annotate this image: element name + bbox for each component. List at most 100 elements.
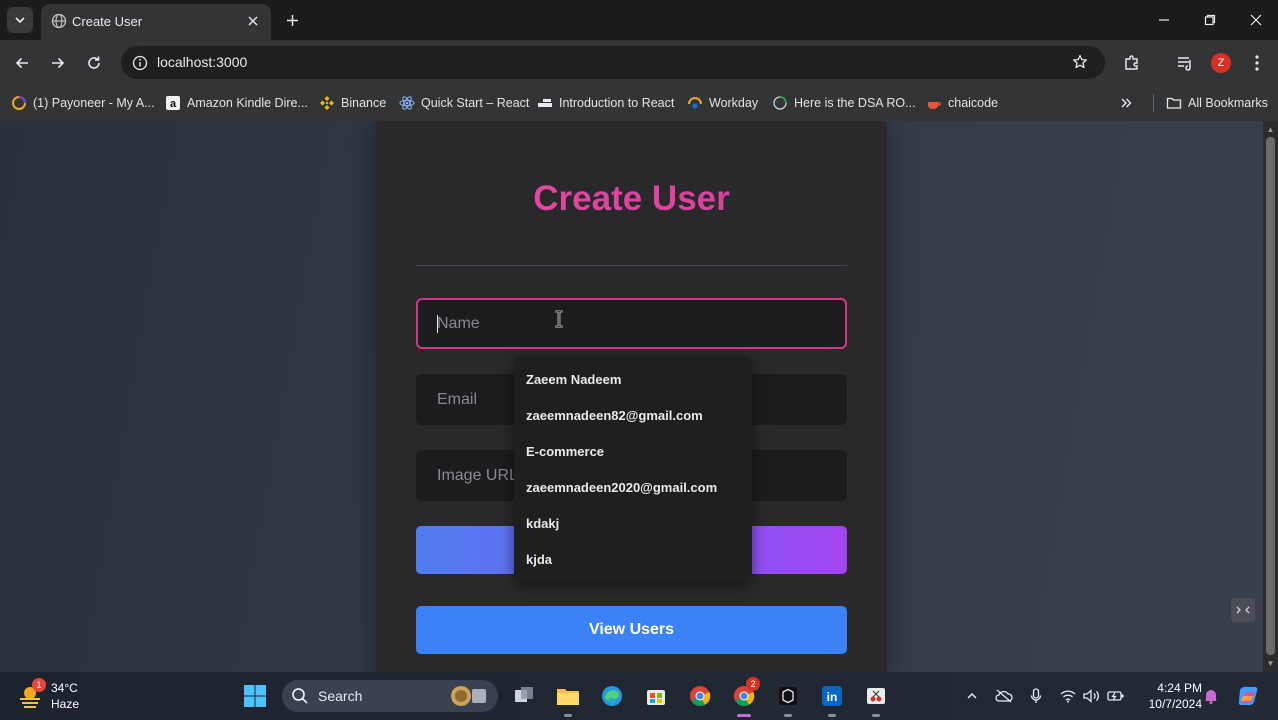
minimize-button[interactable] <box>1152 8 1176 32</box>
taskbar-store[interactable] <box>640 680 672 712</box>
search-highlight-icon <box>451 686 486 706</box>
reload-button[interactable] <box>82 51 106 75</box>
bookmark-intro-react[interactable]: Introduction to React <box>537 92 674 114</box>
cube-icon <box>779 687 797 705</box>
taskbar-cursor-app[interactable] <box>772 680 804 717</box>
bookmark-star-button[interactable] <box>1069 51 1091 73</box>
globe-icon <box>51 13 67 29</box>
autofill-item[interactable]: kdakj <box>514 506 752 542</box>
bookmark-binance[interactable]: Binance <box>319 92 386 114</box>
cloud-off-icon <box>995 689 1013 703</box>
taskbar-edge[interactable] <box>596 680 628 712</box>
collapse-icon <box>1236 606 1250 614</box>
autofill-dropdown: Zaeem Nadeem zaeemnadeen82@gmail.com E-c… <box>514 357 752 581</box>
react-icon <box>399 95 415 111</box>
autofill-item[interactable]: kjda <box>514 542 752 578</box>
autofill-item[interactable]: zaeemnadeen82@gmail.com <box>514 398 752 434</box>
taskbar-task-view[interactable] <box>508 680 540 712</box>
weather-widget[interactable]: 1 34°C Haze <box>16 678 106 714</box>
profile-button[interactable]: Z <box>1209 51 1233 75</box>
window-close-button[interactable] <box>1244 8 1268 32</box>
page-title: Create User <box>376 179 887 219</box>
tab-close-button[interactable] <box>243 11 263 31</box>
extensions-button[interactable] <box>1120 51 1144 75</box>
tray-overflow-button[interactable] <box>962 686 982 706</box>
info-icon <box>132 55 148 71</box>
clock-time[interactable]: 4:24 PM <box>1146 681 1202 695</box>
back-button[interactable] <box>10 51 34 75</box>
close-icon <box>248 16 258 26</box>
tray-volume[interactable] <box>1082 686 1102 706</box>
weather-description: Haze <box>51 697 80 711</box>
chevron-double-right-icon <box>1118 95 1134 111</box>
copilot-icon <box>1238 686 1258 706</box>
bookmark-react-quick-start[interactable]: Quick Start – React <box>399 92 529 114</box>
page-scrollbar[interactable]: ▲ ▼ <box>1263 121 1278 672</box>
more-vertical-icon <box>1255 55 1259 71</box>
windows-start-icon[interactable] <box>243 684 267 708</box>
tray-microphone[interactable] <box>1026 686 1046 706</box>
browser-toolbar: localhost:3000 Z <box>0 40 1278 85</box>
amazon-icon: a <box>165 95 181 111</box>
taskbar-search[interactable]: Search <box>282 680 498 712</box>
restore-icon <box>1204 14 1216 26</box>
avatar: Z <box>1211 53 1231 73</box>
autofill-item[interactable]: E-commerce <box>514 434 752 470</box>
new-tab-button[interactable] <box>281 9 303 31</box>
notification-badge: 2 <box>746 677 760 691</box>
media-queue-icon <box>1178 57 1191 71</box>
tray-copilot[interactable] <box>1236 684 1260 708</box>
tray-battery[interactable] <box>1106 686 1126 706</box>
scrollbar-thumb[interactable] <box>1266 137 1275 655</box>
menu-button[interactable] <box>1245 51 1269 75</box>
taskbar-snipping-tool[interactable] <box>860 680 892 717</box>
bookmark-workday[interactable]: Workday <box>687 92 758 114</box>
clock-date[interactable]: 10/7/2024 <box>1130 697 1202 711</box>
view-users-button[interactable]: View Users <box>416 606 847 654</box>
restore-button[interactable] <box>1198 8 1222 32</box>
scroll-up-arrow[interactable]: ▲ <box>1266 125 1275 134</box>
circle-icon <box>772 95 788 111</box>
task-view-icon <box>515 687 533 702</box>
tray-onedrive[interactable] <box>994 686 1014 706</box>
chrome-icon <box>690 686 711 706</box>
tab-search-button[interactable] <box>7 7 33 33</box>
taskbar-chrome-profile[interactable]: 2 <box>728 677 760 717</box>
taskbar-file-explorer[interactable] <box>552 680 584 717</box>
folder-icon <box>557 689 579 705</box>
autofill-item[interactable]: Zaeem Nadeem <box>514 362 752 398</box>
media-controls-button[interactable] <box>1173 51 1197 75</box>
side-panel-toggle[interactable] <box>1231 598 1255 622</box>
site-info-button[interactable] <box>128 51 152 75</box>
scroll-down-arrow[interactable]: ▼ <box>1266 659 1275 668</box>
bookmark-dsa-roadmap[interactable]: Here is the DSA RO... <box>772 92 916 114</box>
wifi-icon <box>1060 690 1076 703</box>
bookmark-chaicode[interactable]: chaicode <box>926 92 998 114</box>
bookmark-payoneer[interactable]: (1) Payoneer - My A... <box>11 92 155 114</box>
reload-icon <box>88 56 100 69</box>
taskbar-linkedin[interactable]: in <box>816 680 848 717</box>
forward-button[interactable] <box>46 51 70 75</box>
taskbar-chrome[interactable] <box>684 680 716 712</box>
arrow-left-icon <box>15 57 28 69</box>
minimize-icon <box>1159 19 1169 21</box>
name-input[interactable] <box>416 298 847 349</box>
payoneer-icon <box>11 95 27 111</box>
tray-notifications[interactable] <box>1201 686 1221 706</box>
weather-temperature: 34°C <box>51 681 78 695</box>
title-divider <box>416 265 847 266</box>
browser-tab[interactable]: Create User <box>41 4 271 40</box>
bookmark-amazon-kindle[interactable]: a Amazon Kindle Dire... <box>165 92 308 114</box>
autofill-item[interactable]: zaeemnadeen2020@gmail.com <box>514 470 752 506</box>
snipping-icon <box>867 688 885 704</box>
search-icon <box>292 688 308 704</box>
star-icon <box>1073 54 1087 69</box>
all-bookmarks-button[interactable]: All Bookmarks <box>1166 92 1268 114</box>
chevron-up-icon <box>967 692 977 699</box>
address-bar[interactable]: localhost:3000 <box>121 46 1105 79</box>
plus-icon <box>286 14 298 26</box>
tray-wifi[interactable] <box>1058 686 1078 706</box>
svg-text:in: in <box>827 690 838 704</box>
windows-taskbar: 1 34°C Haze Search 2 in 4:24 PM 10/7/202… <box>0 672 1278 720</box>
more-bookmarks-button[interactable] <box>1118 92 1134 114</box>
